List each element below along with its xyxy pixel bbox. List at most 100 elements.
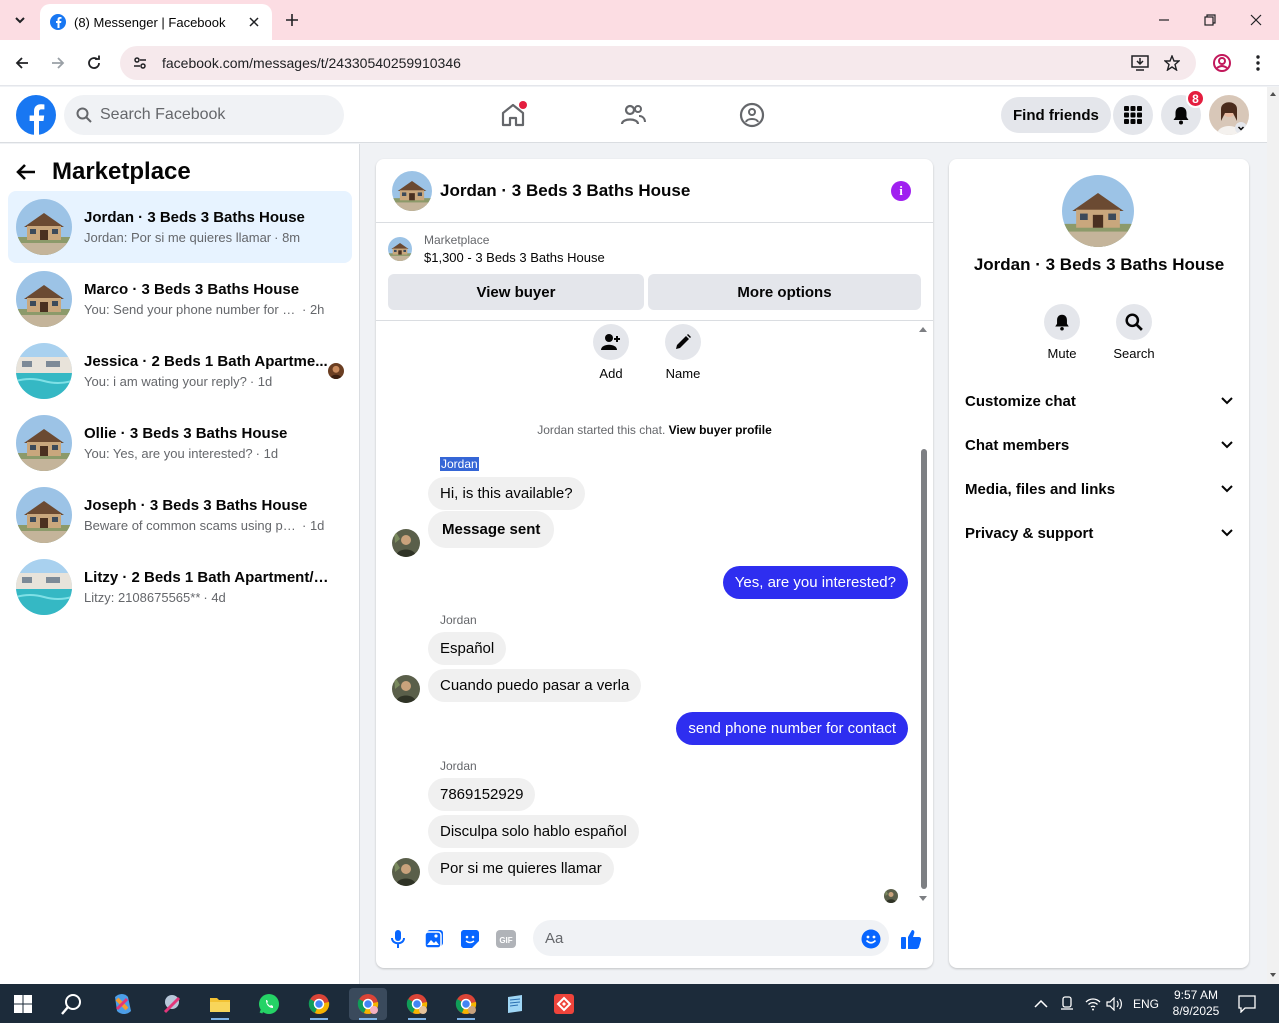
minimize-button[interactable] bbox=[1141, 0, 1187, 40]
reload-button[interactable] bbox=[80, 49, 108, 77]
conversation-item[interactable]: Ollie · 3 Beds 3 Baths House You: Yes, ar… bbox=[8, 407, 352, 479]
bookmark-star-icon[interactable] bbox=[1160, 51, 1184, 75]
find-friends-button[interactable]: Find friends bbox=[1001, 97, 1111, 133]
notepad-app[interactable] bbox=[496, 988, 534, 1020]
conversation-item[interactable]: Jordan · 3 Beds 3 Baths House Jordan: Por… bbox=[8, 191, 352, 263]
incoming-message[interactable]: 7869152929 bbox=[428, 778, 536, 811]
conversation-item[interactable]: Litzy · 2 Beds 1 Bath Apartment/co... Lit… bbox=[8, 551, 352, 623]
details-avatar[interactable] bbox=[1062, 175, 1134, 247]
add-action[interactable]: Add bbox=[581, 324, 641, 381]
chrome-profile-app[interactable] bbox=[447, 988, 485, 1020]
photo-icon[interactable] bbox=[422, 927, 446, 951]
view-buyer-button[interactable]: View buyer bbox=[388, 274, 644, 310]
conversation-item[interactable]: Jessica · 2 Beds 1 Bath Apartme... You: i… bbox=[8, 335, 352, 407]
home-nav-button[interactable] bbox=[497, 99, 529, 131]
show-hidden-icons[interactable] bbox=[1034, 984, 1048, 1023]
media-files-links-section[interactable]: Media, files and links bbox=[965, 469, 1233, 509]
search-icon bbox=[76, 107, 92, 123]
sender-avatar[interactable] bbox=[392, 858, 420, 886]
anydesk-app[interactable] bbox=[545, 988, 583, 1020]
incoming-message[interactable]: Por si me quieres llamar bbox=[428, 852, 614, 885]
incoming-message[interactable]: Disculpa solo hablo español bbox=[428, 815, 639, 848]
browser-tab[interactable]: (8) Messenger | Facebook bbox=[40, 4, 272, 40]
chrome-icon bbox=[357, 994, 379, 1014]
incoming-message[interactable]: Cuando puedo pasar a verla bbox=[428, 669, 642, 702]
conversation-name: Joseph · 3 Beds 3 Baths House bbox=[84, 497, 308, 514]
listing-info[interactable]: Marketplace $1,300 - 3 Beds 3 Baths Hous… bbox=[388, 233, 605, 265]
chat-title[interactable]: Jordan · 3 Beds 3 Baths House bbox=[440, 181, 690, 201]
chrome-app[interactable] bbox=[300, 988, 338, 1020]
wifi-icon[interactable] bbox=[1085, 984, 1101, 1023]
meet-now-icon[interactable] bbox=[1060, 984, 1074, 1023]
system-clock[interactable]: 9:57 AM 8/9/2025 bbox=[1164, 987, 1228, 1019]
account-avatar[interactable] bbox=[1209, 95, 1249, 135]
section-label: Media, files and links bbox=[965, 480, 1116, 498]
clock-date: 8/9/2025 bbox=[1172, 1004, 1220, 1018]
conversation-time: · 1d bbox=[302, 518, 325, 533]
chat-scrollbar-thumb[interactable] bbox=[921, 449, 927, 889]
chrome-profile-app-active[interactable] bbox=[349, 988, 387, 1020]
chevron-down-icon bbox=[1221, 529, 1233, 537]
file-explorer-app[interactable] bbox=[201, 988, 239, 1020]
conversation-thumbnail bbox=[16, 487, 72, 543]
copilot-app[interactable] bbox=[103, 988, 141, 1020]
volume-icon[interactable] bbox=[1106, 984, 1124, 1023]
more-options-button[interactable]: More options bbox=[648, 274, 921, 310]
chrome-profile-app[interactable] bbox=[398, 988, 436, 1020]
conversation-item[interactable]: Joseph · 3 Beds 3 Baths House Beware of c… bbox=[8, 479, 352, 551]
taskbar-app-snip[interactable] bbox=[153, 988, 191, 1020]
restore-icon bbox=[1204, 14, 1216, 26]
input-language[interactable]: ENG bbox=[1133, 984, 1159, 1023]
mute-action[interactable]: Mute bbox=[1032, 304, 1092, 361]
sender-avatar[interactable] bbox=[392, 675, 420, 703]
forward-button[interactable] bbox=[44, 49, 72, 77]
conversation-item[interactable]: Marco · 3 Beds 3 Baths House You: Send yo… bbox=[8, 263, 352, 335]
friends-nav-button[interactable] bbox=[617, 99, 649, 131]
gif-icon[interactable]: GIF bbox=[494, 927, 518, 951]
chevron-up-icon bbox=[1034, 999, 1048, 1008]
outgoing-message[interactable]: Yes, are you interested? bbox=[722, 566, 908, 599]
start-button[interactable] bbox=[4, 988, 42, 1020]
chat-members-section[interactable]: Chat members bbox=[965, 425, 1233, 465]
privacy-support-section[interactable]: Privacy & support bbox=[965, 513, 1233, 553]
microphone-icon[interactable] bbox=[386, 927, 410, 951]
name-action[interactable]: Name bbox=[653, 324, 713, 381]
facebook-favicon-icon bbox=[50, 14, 66, 30]
browser-menu-button[interactable] bbox=[1244, 49, 1272, 77]
info-icon[interactable]: i bbox=[891, 181, 911, 201]
restore-button[interactable] bbox=[1187, 0, 1233, 40]
customize-chat-section[interactable]: Customize chat bbox=[965, 381, 1233, 421]
menu-grid-button[interactable] bbox=[1113, 95, 1153, 135]
sticker-icon[interactable] bbox=[458, 927, 482, 951]
view-buyer-profile-link[interactable]: View buyer profile bbox=[669, 423, 772, 437]
page-title: Marketplace bbox=[52, 158, 191, 185]
message-input[interactable]: Aa bbox=[533, 920, 889, 956]
chat-avatar[interactable] bbox=[392, 170, 432, 211]
emoji-icon[interactable] bbox=[859, 927, 883, 951]
taskbar-search-button[interactable] bbox=[53, 988, 91, 1020]
whatsapp-app[interactable] bbox=[250, 988, 288, 1020]
page-scrollbar[interactable] bbox=[1267, 87, 1279, 984]
back-arrow-icon[interactable] bbox=[16, 163, 36, 181]
tab-search-button[interactable] bbox=[6, 6, 34, 34]
tab-close-icon[interactable] bbox=[246, 14, 262, 30]
facebook-logo-icon[interactable] bbox=[16, 95, 56, 135]
facebook-search-input[interactable]: Search Facebook bbox=[64, 95, 344, 135]
incoming-message[interactable]: Español bbox=[428, 632, 507, 665]
groups-nav-button[interactable] bbox=[736, 99, 768, 131]
incoming-message[interactable]: Hi, is this available? bbox=[428, 477, 585, 510]
search-action[interactable]: Search bbox=[1104, 304, 1164, 361]
address-bar[interactable]: facebook.com/messages/t/2433054025991034… bbox=[120, 46, 1196, 80]
chat-details-panel: Jordan · 3 Beds 3 Baths House Mute Searc… bbox=[949, 159, 1249, 968]
thumbs-up-icon[interactable] bbox=[899, 927, 923, 951]
outgoing-message[interactable]: send phone number for contact bbox=[676, 712, 908, 745]
details-title: Jordan · 3 Beds 3 Baths House bbox=[973, 255, 1225, 274]
install-app-icon[interactable] bbox=[1128, 51, 1152, 75]
back-button[interactable] bbox=[8, 49, 36, 77]
close-window-button[interactable] bbox=[1233, 0, 1279, 40]
notification-center-icon[interactable] bbox=[1238, 984, 1256, 1023]
incoming-message-sent[interactable]: Message sent bbox=[428, 511, 555, 548]
new-tab-button[interactable] bbox=[280, 8, 304, 32]
sender-avatar[interactable] bbox=[392, 529, 420, 557]
profile-button[interactable] bbox=[1208, 49, 1236, 77]
